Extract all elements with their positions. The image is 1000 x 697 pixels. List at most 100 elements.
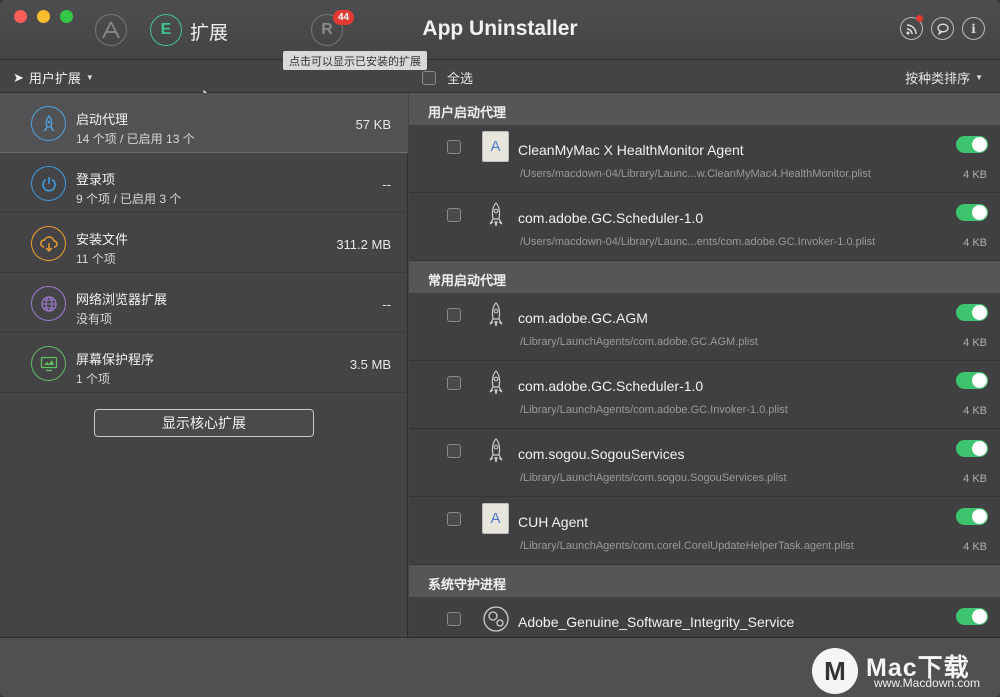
- chat-bubble-icon[interactable]: [931, 17, 954, 40]
- section-header: 系统守护进程: [409, 565, 1000, 597]
- enable-toggle[interactable]: [956, 508, 988, 525]
- item-size: 4 KB: [963, 169, 987, 181]
- list-item[interactable]: Adobe_Genuine_Software_Integrity_Service: [409, 597, 1000, 637]
- select-all-control[interactable]: 全选: [422, 68, 473, 87]
- category-item-launch-agents[interactable]: 启动代理 14 个项 / 已启用 13 个 57 KB: [0, 93, 408, 153]
- list-item[interactable]: com.adobe.GC.Scheduler-1.0 /Library/Laun…: [409, 361, 1000, 429]
- category-size: 57 KB: [355, 117, 391, 132]
- category-item-browser-extensions[interactable]: 网络浏览器扩展 没有项 --: [0, 273, 408, 333]
- category-summary: 没有项: [76, 312, 113, 326]
- category-summary: 9 个项 / 已启用 3 个: [76, 192, 182, 206]
- item-path: /Library/LaunchAgents/com.corel.CorelUpd…: [520, 540, 854, 552]
- rocket-icon: [480, 367, 512, 399]
- remaining-files-glyph: R: [321, 21, 333, 38]
- user-extensions-label: 用户扩展: [28, 71, 81, 86]
- list-item[interactable]: A CUH Agent /Library/LaunchAgents/com.co…: [409, 497, 1000, 565]
- item-name: CUH Agent: [518, 514, 589, 530]
- item-size: 4 KB: [963, 541, 987, 553]
- item-size: 4 KB: [963, 337, 987, 349]
- category-size: 311.2 MB: [336, 237, 391, 252]
- item-checkbox[interactable]: [447, 612, 461, 626]
- select-all-checkbox[interactable]: [422, 70, 436, 85]
- watermark-logo-icon: M: [812, 648, 858, 694]
- item-checkbox[interactable]: [447, 140, 461, 154]
- category-size: --: [382, 177, 391, 192]
- list-item[interactable]: com.adobe.GC.Scheduler-1.0 /Users/macdow…: [409, 193, 1000, 261]
- item-name: com.sogou.SogouServices: [518, 446, 685, 462]
- item-checkbox[interactable]: [447, 444, 461, 458]
- item-name: CleanMyMac X HealthMonitor Agent: [518, 142, 744, 158]
- item-path: /Users/macdown-04/Library/Launc...w.Clea…: [520, 168, 871, 180]
- category-item-login-items[interactable]: 登录项 9 个项 / 已启用 3 个 --: [0, 153, 408, 213]
- rocket-icon: [480, 435, 512, 467]
- chevron-down-icon: ▼: [85, 73, 94, 82]
- remaining-count-badge: 44: [333, 10, 354, 25]
- item-name: com.adobe.GC.Scheduler-1.0: [518, 210, 704, 226]
- category-summary: 14 个项 / 已启用 13 个: [76, 132, 195, 146]
- list-item[interactable]: A CleanMyMac X HealthMonitor Agent /User…: [409, 125, 1000, 193]
- item-path: /Library/LaunchAgents/com.adobe.GC.Invok…: [520, 404, 788, 416]
- extensions-tooltip: 点击可以显示已安装的扩展: [283, 51, 427, 70]
- chevron-down-icon: ▼: [975, 73, 983, 82]
- download-cloud-icon: [31, 226, 66, 261]
- section-header: 用户启动代理: [409, 93, 1000, 125]
- category-name: 屏幕保护程序: [76, 352, 155, 367]
- title-bar: E 扩展 R 44 App Uninstaller i: [0, 0, 1000, 60]
- category-name: 登录项: [76, 172, 116, 187]
- category-name: 启动代理: [76, 112, 129, 127]
- item-checkbox[interactable]: [447, 376, 461, 390]
- notification-dot: [916, 15, 923, 22]
- enable-toggle[interactable]: [956, 608, 988, 625]
- category-sidebar: 启动代理 14 个项 / 已启用 13 个 57 KB 登录项 9 个项 / 已…: [0, 93, 408, 637]
- category-size: 3.5 MB: [349, 357, 391, 372]
- location-arrow-icon: ➤: [13, 69, 24, 85]
- extensions-tab-label[interactable]: 扩展: [190, 18, 228, 45]
- gears-icon: [480, 603, 512, 635]
- applications-tab-icon[interactable]: [95, 14, 127, 46]
- item-size: 4 KB: [963, 237, 987, 249]
- category-item-screen-savers[interactable]: 屏幕保护程序 1 个项 3.5 MB: [0, 333, 408, 393]
- document-icon: A: [482, 503, 509, 534]
- item-checkbox[interactable]: [447, 308, 461, 322]
- sort-dropdown[interactable]: 按种类排序 ▼: [905, 68, 983, 87]
- bottom-bar: M Mac下载 www.Macdown.com: [0, 637, 1000, 697]
- extensions-tab-glyph: E: [160, 21, 172, 38]
- item-path: /Library/LaunchAgents/com.sogou.SogouSer…: [520, 472, 787, 484]
- power-icon: [31, 166, 66, 201]
- list-item[interactable]: com.sogou.SogouServices /Library/LaunchA…: [409, 429, 1000, 497]
- extensions-tab-icon[interactable]: E: [150, 14, 182, 46]
- item-name: com.adobe.GC.AGM: [518, 310, 648, 326]
- zoom-window-button[interactable]: [60, 10, 73, 23]
- info-icon[interactable]: i: [962, 17, 985, 40]
- item-name: com.adobe.GC.Scheduler-1.0: [518, 378, 704, 394]
- select-all-label: 全选: [447, 71, 474, 86]
- rocket-icon: [480, 199, 512, 231]
- item-path: /Library/LaunchAgents/com.adobe.GC.AGM.p…: [520, 336, 758, 348]
- close-window-button[interactable]: [14, 10, 27, 23]
- minimize-window-button[interactable]: [37, 10, 50, 23]
- category-item-installation-files[interactable]: 安装文件 11 个项 311.2 MB: [0, 213, 408, 273]
- sort-label: 按种类排序: [905, 71, 971, 86]
- item-checkbox[interactable]: [447, 208, 461, 222]
- item-name: Adobe_Genuine_Software_Integrity_Service: [518, 614, 795, 630]
- enable-toggle[interactable]: [956, 304, 988, 321]
- watermark-url: www.Macdown.com: [874, 676, 981, 690]
- enable-toggle[interactable]: [956, 136, 988, 153]
- section-header: 常用启动代理: [409, 261, 1000, 293]
- category-size: --: [382, 297, 391, 312]
- enable-toggle[interactable]: [956, 440, 988, 457]
- screensaver-icon: [31, 346, 66, 381]
- document-icon: A: [482, 131, 509, 162]
- globe-icon: [31, 286, 66, 321]
- user-extensions-dropdown[interactable]: ➤ 用户扩展 ▼: [13, 68, 94, 87]
- enable-toggle[interactable]: [956, 204, 988, 221]
- category-name: 安装文件: [76, 232, 129, 247]
- category-name: 网络浏览器扩展: [76, 292, 168, 307]
- enable-toggle[interactable]: [956, 372, 988, 389]
- app-window: E 扩展 R 44 App Uninstaller i 点击可以显示已安装的扩展…: [0, 0, 1000, 697]
- item-path: /Users/macdown-04/Library/Launc...ents/c…: [520, 236, 876, 248]
- list-item[interactable]: com.adobe.GC.AGM /Library/LaunchAgents/c…: [409, 293, 1000, 361]
- extension-list: 用户启动代理 A CleanMyMac X HealthMonitor Agen…: [409, 93, 1000, 637]
- item-checkbox[interactable]: [447, 512, 461, 526]
- show-core-extensions-button[interactable]: 显示核心扩展: [94, 409, 314, 437]
